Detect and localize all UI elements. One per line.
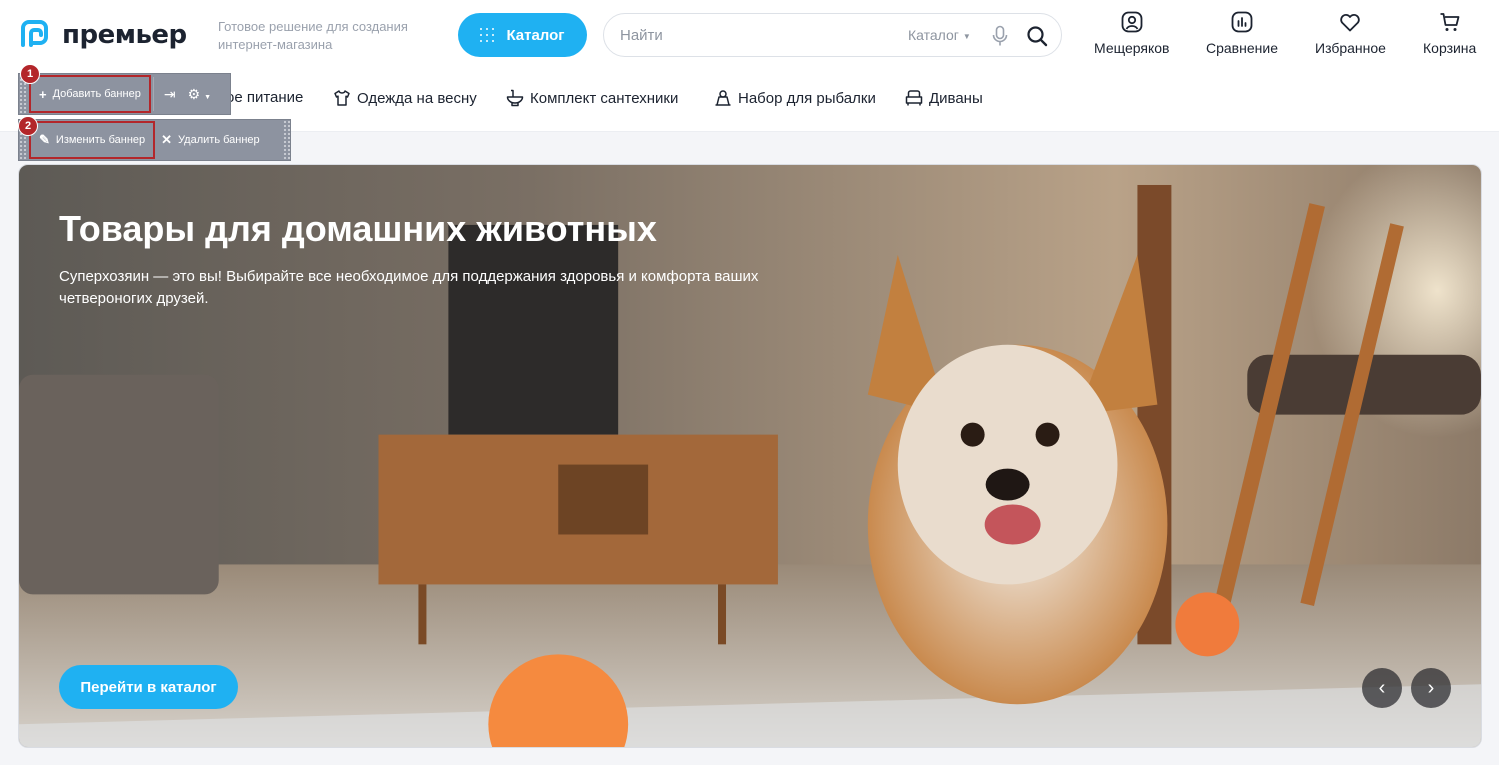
cart-icon — [1440, 13, 1460, 31]
account-link[interactable]: Мещеряков — [1094, 10, 1169, 56]
favorites-label: Избранное — [1315, 40, 1386, 56]
search-scope-select[interactable]: Каталог ▼ — [908, 27, 971, 43]
add-banner-button[interactable]: + Добавить баннер — [29, 75, 151, 113]
nav-item-label: Набор для рыбалки — [738, 89, 876, 107]
chevron-left-icon: ‹ — [1378, 676, 1386, 699]
pin-icon[interactable]: ⇥ — [158, 86, 182, 103]
catalog-button-label: Каталог — [506, 26, 565, 44]
account-label: Мещеряков — [1094, 40, 1170, 56]
add-banner-label: Добавить баннер — [52, 88, 141, 100]
nav-item-label: Диваны — [929, 89, 983, 107]
heart-icon — [1340, 14, 1361, 32]
sofa-icon — [905, 90, 923, 106]
nav-item-sofas[interactable]: Диваны — [905, 89, 983, 107]
nav-item-fishing[interactable]: Набор для рыбалки — [714, 89, 876, 107]
banner-image — [19, 165, 1481, 747]
drag-handle[interactable] — [283, 120, 290, 160]
step-marker-2: 2 — [18, 116, 38, 136]
next-slide-button[interactable]: › — [1411, 668, 1451, 708]
brand-tagline: Готовое решение для создания интернет-ма… — [218, 19, 408, 52]
search-icon[interactable] — [1026, 25, 1048, 47]
microphone-icon[interactable] — [992, 25, 1008, 47]
chevron-right-icon: › — [1427, 676, 1435, 699]
pencil-icon: ✎ — [39, 132, 50, 147]
banner-description: Суперхозяин — это вы! Выбирайте все необ… — [59, 268, 759, 307]
search-scope-label: Каталог — [908, 27, 959, 43]
delete-banner-label: Удалить баннер — [178, 134, 260, 146]
nav-item-spring-clothes[interactable]: Одежда на весну — [333, 89, 477, 107]
toilet-icon — [506, 89, 524, 107]
plus-icon: + — [39, 86, 47, 102]
shirt-icon — [334, 90, 350, 106]
catalog-button[interactable]: Каталог — [458, 13, 587, 57]
nav-item-label: Одежда на весну — [357, 89, 477, 107]
delete-banner-button[interactable]: ✕ Удалить баннер — [153, 123, 268, 157]
prev-slide-button[interactable]: ‹ — [1362, 668, 1402, 708]
compare-label: Сравнение — [1206, 40, 1278, 56]
step-marker-1: 1 — [20, 64, 40, 84]
chevron-down-icon: ▼ — [962, 31, 971, 41]
admin-toolbar-add: + Добавить баннер ⇥ ⚙ ▼ — [18, 73, 231, 115]
header: премьер Готовое решение для создания инт… — [0, 0, 1499, 72]
compare-link[interactable]: Сравнение — [1206, 10, 1278, 56]
logo[interactable]: премьер — [17, 18, 187, 51]
nav-item-plumbing[interactable]: Комплект сантехники — [506, 89, 678, 107]
admin-toolbar-edit: ✎ Изменить баннер ✕ Удалить баннер — [18, 119, 291, 161]
nav-item-label: Комплект сантехники — [530, 89, 679, 107]
favorites-link[interactable]: Избранное — [1315, 10, 1386, 56]
edit-banner-label: Изменить баннер — [55, 134, 146, 146]
edit-banner-button[interactable]: ✎ Изменить баннер — [28, 121, 156, 159]
grid-icon — [480, 28, 495, 42]
logo-icon — [21, 20, 48, 47]
gear-icon[interactable]: ⚙ ▼ — [182, 86, 218, 103]
cart-link[interactable]: Корзина — [1423, 10, 1476, 56]
nav-item-label: ое питание — [226, 89, 304, 106]
close-icon: ✕ — [161, 132, 173, 147]
user-icon — [1121, 11, 1143, 33]
search-input[interactable] — [620, 24, 880, 46]
banner-title: Товары для домашних животных — [59, 208, 657, 249]
brand-name: премьер — [62, 19, 187, 50]
go-to-catalog-button[interactable]: Перейти в каталог — [59, 665, 238, 709]
nav-item-food[interactable]: ое питание — [226, 89, 303, 106]
fishing-icon — [715, 90, 731, 106]
cart-label: Корзина — [1423, 40, 1477, 56]
toolbar-divider — [152, 77, 154, 111]
chevron-down-icon: ▼ — [204, 93, 212, 101]
compare-icon — [1231, 11, 1253, 33]
search-bar: Каталог▼ — [603, 13, 1062, 57]
hero-banner[interactable]: Товары для домашних животных Суперхозяин… — [18, 164, 1482, 748]
